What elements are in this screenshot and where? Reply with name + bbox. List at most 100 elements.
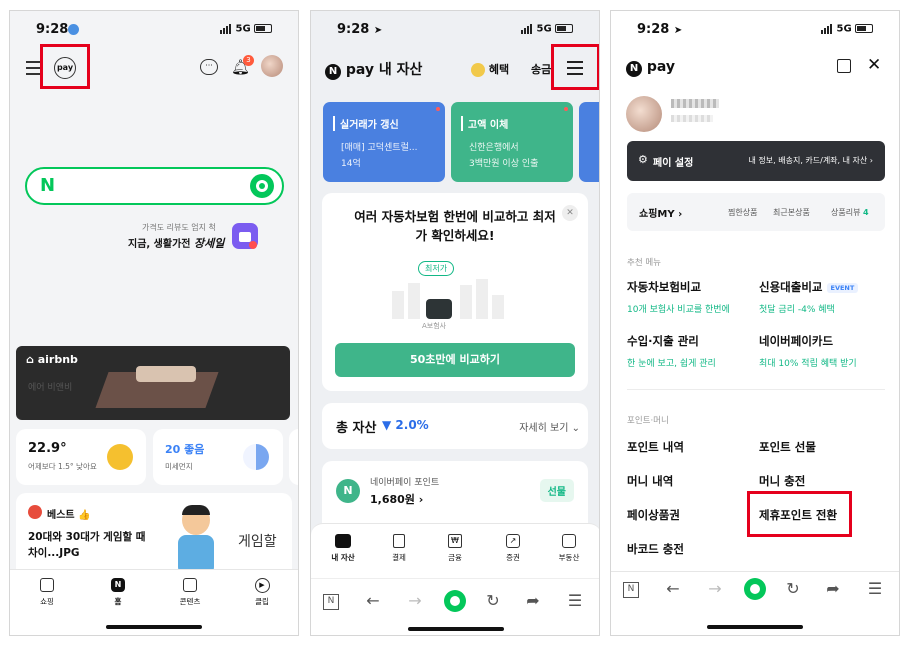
tab-contents[interactable]: 콘텐츠 [173, 578, 207, 607]
tab-shopping[interactable]: 쇼핑 [32, 578, 62, 607]
more-menu-icon[interactable]: ☰ [563, 591, 587, 610]
car-icon [426, 299, 452, 319]
chat-icon[interactable]: ··· [200, 59, 218, 75]
see-more-link[interactable]: 자세히 보기 ⌄ [519, 419, 580, 434]
network-type: 5G [536, 23, 552, 35]
alert-card-title: 실거래가 갱신 [333, 116, 399, 131]
more-menu-icon[interactable]: ☰ [863, 579, 887, 598]
dust-icon [243, 444, 269, 470]
insurance-card[interactable]: ✕ 여러 자동차보험 한번에 비교하고 최저가 확인하세요! 최저가 A보험사 … [322, 193, 588, 391]
naver-n-icon: N [325, 64, 341, 80]
menu-barcode-charge[interactable]: 바코드 충전 [627, 541, 684, 557]
next-card-partial [289, 429, 298, 485]
airbnb-banner[interactable]: ⌂ airbnb 에어 비앤비 [16, 346, 290, 420]
recent-link[interactable]: 최근본상품 [773, 207, 810, 218]
alert-card-price[interactable]: 실거래가 갱신 [매매] 고덕센트럴... 14억 [323, 102, 445, 182]
points-amount[interactable]: 1,680원 › [370, 491, 423, 507]
location-icon [68, 24, 79, 35]
menu-naverpay-card-sub: 최대 10% 적립 혜택 받기 [759, 359, 857, 369]
tab-stocks[interactable]: ↗ 증권 [495, 534, 531, 563]
tab-real-estate[interactable]: 부동산 [551, 534, 587, 563]
dust-card[interactable]: 20 좋음 미세먼지 [153, 429, 283, 485]
insurance-title: 여러 자동차보험 한번에 비교하고 최저가 확인하세요! [354, 209, 556, 243]
bottom-panel: 내 자산 결제 ₩ 금융 ↗ 증권 부동산 N ← → ↻ ➦ ☰ [311, 523, 599, 635]
bar-illustration [392, 279, 518, 319]
menu-income-expense[interactable]: 수입·지출 관리 [627, 333, 699, 349]
forward-arrow-icon[interactable]: → [403, 591, 427, 610]
search-bar[interactable]: N [25, 167, 284, 205]
tab-finance[interactable]: ₩ 금융 [437, 534, 473, 563]
menu-money-charge[interactable]: 머니 충전 [759, 473, 805, 489]
status-time: 9:28 ➤ [637, 22, 682, 37]
notification-badge: 3 [243, 55, 254, 66]
close-icon[interactable]: ✕ [562, 205, 578, 221]
refresh-icon[interactable]: ↻ [781, 579, 805, 598]
review-label: 상품리뷰 [831, 208, 861, 217]
menu-money-history[interactable]: 머니 내역 [627, 473, 673, 489]
green-dot-button[interactable] [444, 590, 466, 612]
tab-label: 증권 [506, 553, 520, 562]
tab-home[interactable]: N 홈 [103, 578, 133, 607]
gift-button[interactable]: 선물 [539, 479, 574, 502]
wish-link[interactable]: 찜한상품 [728, 207, 757, 218]
stocks-icon: ↗ [506, 534, 520, 548]
naver-n-nav-icon[interactable]: N [623, 582, 639, 598]
shopping-my-label[interactable]: 쇼핑MY › [639, 205, 682, 220]
best-side-text: 게임할 [238, 534, 277, 550]
new-dot [564, 107, 568, 111]
share-icon[interactable]: ➦ [521, 591, 545, 610]
location-arrow-icon: ➤ [673, 25, 683, 36]
review-link[interactable]: 상품리뷰 4 [831, 207, 869, 218]
pay-settings-button[interactable]: ⚙ 페이 설정 내 정보, 배송지, 카드/계좌, 내 자산 › [627, 141, 885, 181]
network-type: 5G [836, 23, 852, 35]
green-dot-button[interactable] [744, 578, 766, 600]
lowest-badge: 최저가 [418, 261, 455, 276]
best-post-card[interactable]: 베스트 👍 20대와 30대가 게임할 때 차이...JPG 게임할 [16, 493, 292, 581]
avatar[interactable] [261, 55, 283, 77]
back-arrow-icon[interactable]: ← [361, 591, 385, 610]
menu-point-history[interactable]: 포인트 내역 [627, 439, 684, 455]
weather-desc: 어제보다 1.5° 낮아요 [28, 462, 97, 471]
menu-naverpay-card[interactable]: 네이버페이카드 [759, 333, 833, 349]
naver-n-nav-icon[interactable]: N [323, 594, 339, 610]
menu-pay-voucher[interactable]: 페이상품권 [627, 507, 680, 523]
total-assets-row[interactable]: 총 자산 ▼ 2.0% 자세히 보기 ⌄ [322, 403, 588, 449]
page-title: N pay 내 자산 [325, 59, 422, 80]
menu-point-gift[interactable]: 포인트 선물 [759, 439, 816, 455]
tab-clip[interactable]: ▶ 클립 [247, 578, 277, 607]
battery-icon [855, 24, 874, 33]
alert-card-transfer[interactable]: 고액 이체 신한은행에서 3백만원 이상 인출 [451, 102, 573, 182]
menu-credit-loan-label: 신용대출비교 [759, 280, 823, 294]
shopping-bag-icon[interactable] [837, 59, 851, 73]
back-arrow-icon[interactable]: ← [661, 579, 685, 598]
contents-icon [183, 578, 197, 592]
profile-avatar[interactable] [626, 96, 662, 132]
airbnb-brand: airbnb [37, 353, 78, 366]
menu-car-insurance[interactable]: 자동차보험비교 [627, 279, 701, 295]
tab-my-assets[interactable]: 내 자산 [325, 534, 361, 563]
promo-text: 지금, 생활가전 [128, 239, 191, 250]
forward-arrow-icon[interactable]: → [703, 579, 727, 598]
menu-credit-loan-sub: 첫달 금리 -4% 혜택 [759, 305, 835, 315]
share-icon[interactable]: ➦ [821, 579, 845, 598]
green-dot-button[interactable] [250, 174, 274, 198]
tab-payment[interactable]: 결제 [381, 534, 417, 563]
menu-credit-loan[interactable]: 신용대출비교 EVENT [759, 279, 859, 295]
points-amount-text: 1,680원 [370, 493, 415, 506]
promo-brand: 장세일 [193, 237, 225, 250]
transfer-button[interactable]: 송금 [531, 61, 551, 77]
chevron-right-icon: › [869, 156, 873, 165]
cartoon-character [176, 505, 216, 577]
event-badge: EVENT [826, 282, 859, 293]
close-icon[interactable]: ✕ [867, 55, 881, 75]
benefit-button[interactable]: 혜택 [471, 61, 509, 77]
points-label: 네이버페이 포인트 [370, 478, 440, 488]
status-signal: 5G [821, 23, 874, 35]
shopping-my-row[interactable]: 쇼핑MY › 찜한상품 최근본상품 상품리뷰 4 [627, 193, 885, 231]
points-section-title: 포인트·머니 [627, 416, 669, 426]
promo-line2[interactable]: 지금, 생활가전 장세일 [128, 235, 224, 251]
naver-logo: N [40, 175, 56, 196]
weather-card[interactable]: 22.9° 어제보다 1.5° 낮아요 [16, 429, 146, 485]
compare-button[interactable]: 50초만에 비교하기 [335, 343, 575, 377]
refresh-icon[interactable]: ↻ [481, 591, 505, 610]
